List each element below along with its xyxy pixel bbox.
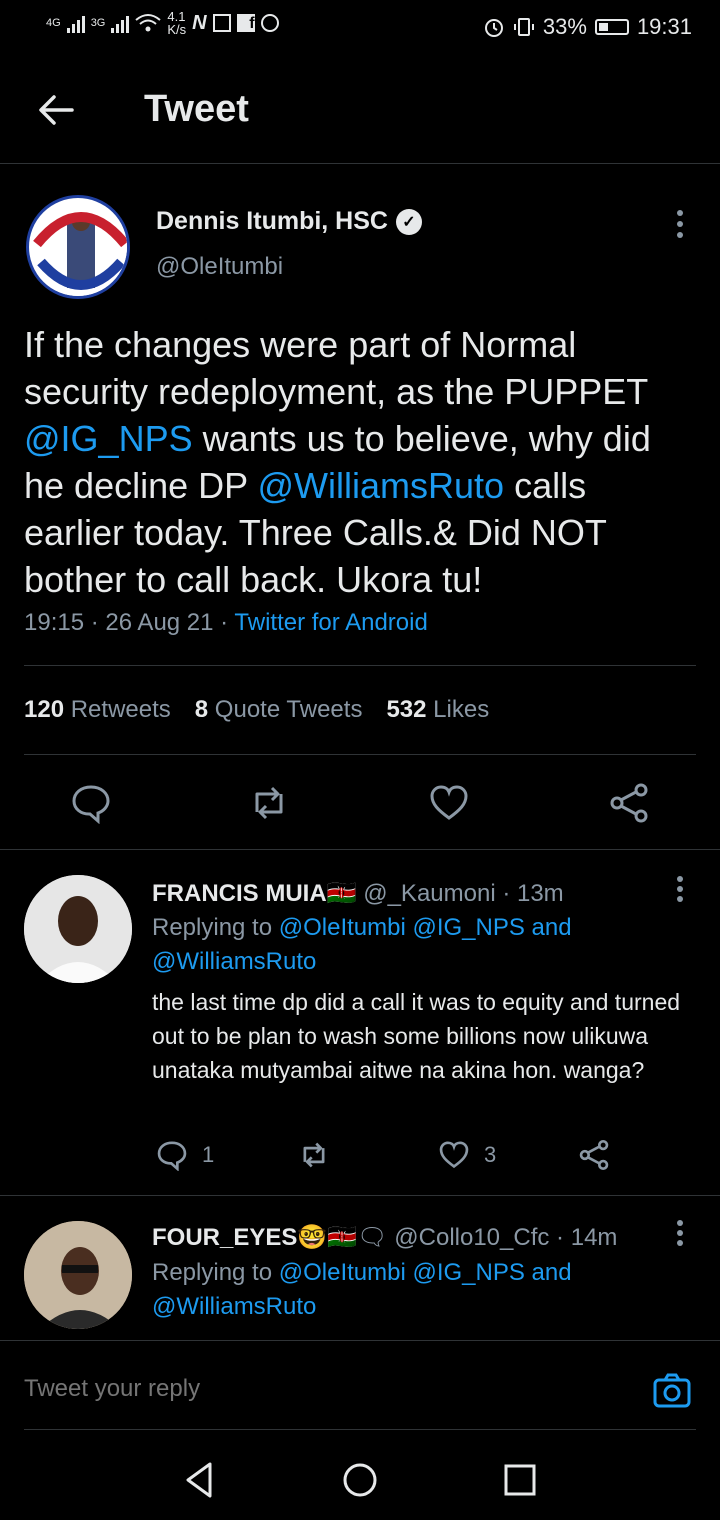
like-count: 3 <box>484 1142 497 1167</box>
reply-avatar[interactable] <box>24 875 132 983</box>
reply-author-name[interactable]: FRANCIS MUIA <box>152 880 327 907</box>
retweets-label: Retweets <box>70 696 171 723</box>
reply-icon[interactable] <box>70 782 112 824</box>
tweet-source-link[interactable]: Twitter for Android <box>234 609 427 636</box>
author-handle[interactable]: @OleItumbi <box>156 253 283 281</box>
tweet-text-part: If the changes were part of Normal secur… <box>24 324 648 412</box>
like-heart-icon[interactable] <box>428 782 470 824</box>
retweet-icon[interactable] <box>248 782 290 824</box>
replying-to-handles-2[interactable]: @WilliamsRuto <box>152 1293 316 1320</box>
status-left: 4G 3G 4.1 K/s N f <box>46 10 279 36</box>
reply-time: 14m <box>570 1224 618 1251</box>
system-nav-bar <box>0 1430 720 1520</box>
author-name[interactable]: Dennis Itumbi, HSC ✓ <box>156 207 422 236</box>
reply-like-action[interactable]: 3 <box>438 1139 496 1171</box>
reply-tweet[interactable]: FRANCIS MUIA🇰🇪 @_Kaumoni · 13m Replying … <box>0 851 720 1196</box>
share-icon[interactable] <box>608 782 650 824</box>
quotes-label: Quote Tweets <box>214 696 363 723</box>
news-icon <box>212 14 231 32</box>
network-4g-label: 4G <box>46 17 61 29</box>
reply-header: FOUR_EYES🤓🇰🇪🗨 @Collo10_Cfc · 14m <box>152 1224 618 1251</box>
reply-avatar[interactable] <box>24 1221 132 1329</box>
speed-unit: K/s <box>167 22 187 37</box>
top-app-bar: Tweet <box>0 60 720 164</box>
status-bar: 4G 3G 4.1 K/s N f 33% 19:31 <box>0 0 720 56</box>
battery-icon <box>594 19 629 35</box>
facebook-icon: f <box>236 14 255 32</box>
signal-icon-2 <box>111 13 130 33</box>
author-avatar[interactable] <box>26 195 130 299</box>
flag-emoji: 🇰🇪 <box>326 880 357 907</box>
reply-avatar-image <box>24 1221 132 1329</box>
tweet-time: 19:15 <box>24 609 85 636</box>
share-icon <box>579 1139 609 1171</box>
reply-input[interactable] <box>24 1375 584 1403</box>
reply-more-options-icon[interactable] <box>674 1219 686 1247</box>
alarm-icon <box>484 19 503 37</box>
reply-tweet[interactable]: FOUR_EYES🤓🇰🇪🗨 @Collo10_Cfc · 14m Replyin… <box>0 1197 720 1339</box>
tweet-stats: 120 Retweets 8 Quote Tweets 532 Likes <box>24 665 696 755</box>
replying-to: Replying to @OleItumbi @IG_NPS and @Willi… <box>152 1256 672 1324</box>
reply-reply-action[interactable]: 1 <box>156 1139 214 1171</box>
more-options-icon[interactable] <box>674 209 686 239</box>
network-3g-label: 3G <box>90 17 106 29</box>
emoji-set: 🤓🇰🇪🗨 <box>297 1224 388 1251</box>
camera-icon[interactable] <box>652 1371 692 1411</box>
author-name-text: Dennis Itumbi, HSC <box>156 207 388 235</box>
back-arrow-icon[interactable] <box>36 90 76 130</box>
club-badge-icon <box>260 14 279 32</box>
verified-badge-icon: ✓ <box>395 208 422 235</box>
replying-to-handles[interactable]: @OleItumbi @IG_NPS and <box>279 1259 572 1286</box>
battery-percent: 33% <box>542 14 587 39</box>
tweet-meta: 19:15 · 26 Aug 21 · Twitter for Android <box>24 609 428 636</box>
nav-recents-icon[interactable] <box>500 1460 540 1500</box>
reply-count: 1 <box>202 1142 215 1167</box>
wifi-icon <box>135 14 162 32</box>
reply-author-handle[interactable]: @Collo10_Cfc <box>394 1224 549 1251</box>
quotes-stat[interactable]: 8 Quote Tweets <box>195 696 363 724</box>
quotes-count: 8 <box>194 696 209 723</box>
like-heart-icon <box>439 1141 469 1169</box>
clock: 19:31 <box>636 14 692 39</box>
mention-link[interactable]: @IG_NPS <box>24 418 193 459</box>
notification-n-icon: N <box>192 11 207 34</box>
status-right: 33% 19:31 <box>483 14 692 40</box>
likes-stat[interactable]: 532 Likes <box>386 696 489 724</box>
signal-icon <box>66 13 85 33</box>
retweets-stat[interactable]: 120 Retweets <box>24 696 171 724</box>
likes-count: 532 <box>386 696 427 723</box>
page-title: Tweet <box>144 88 249 130</box>
reply-more-options-icon[interactable] <box>674 875 686 903</box>
reply-author-handle[interactable]: @_Kaumoni <box>363 880 495 907</box>
nav-home-icon[interactable] <box>340 1460 380 1500</box>
reply-composer <box>0 1340 720 1430</box>
nav-back-icon[interactable] <box>180 1460 220 1500</box>
likes-label: Likes <box>433 696 490 723</box>
reply-header: FRANCIS MUIA🇰🇪 @_Kaumoni · 13m <box>152 880 564 907</box>
speed-readout: 4.1 K/s <box>167 10 186 36</box>
tweet-text: If the changes were part of Normal secur… <box>24 321 696 603</box>
replying-to-label: Replying to <box>152 1259 273 1286</box>
reply-icon <box>157 1141 187 1171</box>
avatar-badge-image <box>31 200 127 296</box>
replying-to-handles[interactable]: @OleItumbi @IG_NPS and <box>279 914 572 941</box>
reply-share-action[interactable] <box>578 1139 610 1171</box>
vibrate-icon <box>513 18 534 36</box>
tweet-actions <box>0 760 720 850</box>
reply-time: 13m <box>516 880 564 907</box>
reply-text: the last time dp did a call it was to eq… <box>152 989 681 1083</box>
reply-author-name[interactable]: FOUR_EYES <box>152 1224 297 1251</box>
replying-to-handles-2[interactable]: @WilliamsRuto <box>152 948 316 975</box>
retweets-count: 120 <box>24 696 65 723</box>
reply-retweet-action[interactable] <box>298 1139 330 1171</box>
mention-link[interactable]: @WilliamsRuto <box>258 465 505 506</box>
replying-to: Replying to @OleItumbi @IG_NPS and @Willi… <box>152 911 672 979</box>
tweet-date: 26 Aug 21 <box>105 609 214 636</box>
reply-avatar-image <box>24 875 132 983</box>
replying-to-label: Replying to <box>152 914 273 941</box>
retweet-icon <box>303 1142 325 1168</box>
